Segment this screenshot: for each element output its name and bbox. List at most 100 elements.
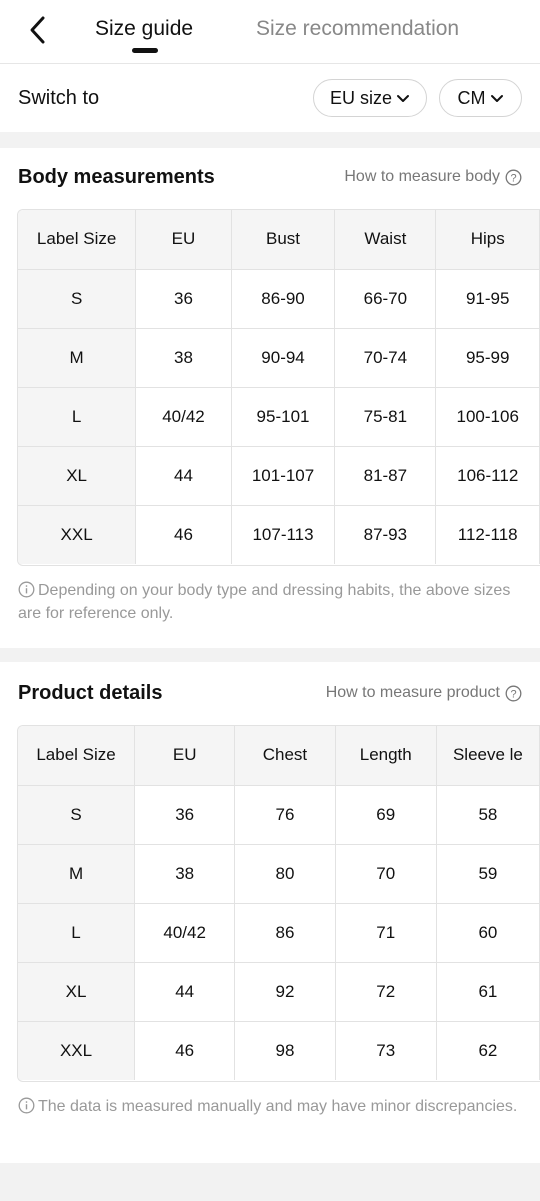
svg-text:?: ? [510,172,516,184]
table-cell: 36 [134,785,236,845]
table-cell: 60 [436,903,540,963]
unit-dropdown[interactable]: CM [439,79,522,117]
table-cell: 38 [134,844,236,904]
how-to-measure-body-link[interactable]: How to measure body ? [344,167,522,187]
table-cell: 91-95 [435,269,540,329]
table-cell: 44 [135,446,232,506]
table-cell: 86 [234,903,336,963]
active-tab-indicator [132,48,158,53]
body-note-text: Depending on your body type and dressing… [18,582,511,622]
size-label-cell: S [18,269,137,329]
table-row: XXL 46 107-113 87-93 112-118 [18,505,540,564]
body-measurements-note: Depending on your body type and dressing… [18,579,518,625]
column-header: Length [335,726,437,786]
table-cell: 61 [436,962,540,1022]
table-cell: 95-101 [231,387,336,447]
section-divider [0,132,540,148]
switch-label: Switch to [18,87,100,109]
table-cell: 80 [234,844,336,904]
table-cell: 62 [436,1021,540,1080]
column-header: EU [134,726,236,786]
help-circle-icon: ? [505,169,522,185]
tab-size-guide[interactable]: Size guide [95,16,193,42]
table-cell: 90-94 [231,328,336,388]
tab-size-recommendation[interactable]: Size recommendation [256,16,459,42]
table-row: XL 44 101-107 81-87 106-112 [18,446,540,506]
size-label-cell: M [18,328,137,388]
table-cell: 87-93 [334,505,437,564]
chevron-down-icon [490,95,503,102]
table-row: XL 44 92 72 61 [18,962,540,1022]
product-note-text: The data is measured manually and may ha… [38,1098,518,1115]
size-label-cell: S [18,785,136,845]
back-arrow-icon [30,16,45,44]
table-cell: 107-113 [231,505,336,564]
table-cell: 66-70 [334,269,437,329]
table-cell: 106-112 [435,446,540,506]
body-measurements-table: Label Size EU Bust Waist Hips S 36 86-90 66-70 9… [17,209,540,566]
size-label-cell: M [18,844,136,904]
table-cell: 38 [135,328,232,388]
size-label-cell: XL [18,446,137,506]
table-cell: 59 [436,844,540,904]
table-cell: 101-107 [231,446,336,506]
size-label-cell: L [18,387,137,447]
size-label-cell: XL [18,962,136,1022]
size-label-cell: XXL [18,1021,136,1080]
column-header: Label Size [18,210,137,270]
table-cell: 86-90 [231,269,336,329]
table-row: S 36 86-90 66-70 91-95 [18,269,540,329]
table-cell: 73 [335,1021,437,1080]
size-label-cell: L [18,903,136,963]
product-details-note: The data is measured manually and may ha… [18,1095,518,1118]
back-button[interactable] [22,14,54,46]
size-system-value: EU size [329,87,392,108]
table-cell: 98 [234,1021,336,1080]
table-cell: 46 [135,505,232,564]
column-header: Waist [334,210,437,270]
table-row: M 38 90-94 70-74 95-99 [18,328,540,388]
how-to-measure-body-label: How to measure body [344,168,500,185]
switch-row: Switch to EU size CM [0,64,540,132]
body-measurements-title: Body measurements [18,166,215,188]
section-divider [0,648,540,662]
table-cell: 81-87 [334,446,437,506]
info-circle-icon [18,581,35,598]
table-cell: 70-74 [334,328,437,388]
product-details-table: Label Size EU Chest Length Sleeve le S 36 76 69… [17,725,540,1082]
column-header: Bust [231,210,336,270]
help-circle-icon: ? [505,685,522,701]
table-header-row: Label Size EU Chest Length Sleeve le [18,726,540,786]
table-cell: 40/42 [134,903,236,963]
table-row: M 38 80 70 59 [18,844,540,904]
table-cell: 92 [234,962,336,1022]
table-cell: 71 [335,903,437,963]
table-cell: 69 [335,785,437,845]
table-row: L 40/42 86 71 60 [18,903,540,963]
size-label-cell: XXL [18,505,137,564]
table-cell: 95-99 [435,328,540,388]
info-circle-icon [18,1097,35,1114]
column-header: Chest [234,726,336,786]
table-cell: 44 [134,962,236,1022]
table-row: S 36 76 69 58 [18,785,540,845]
svg-text:?: ? [510,688,516,700]
unit-value: CM [457,87,486,108]
table-row: L 40/42 95-101 75-81 100-106 [18,387,540,447]
table-cell: 70 [335,844,437,904]
column-header: Label Size [18,726,136,786]
bottom-divider [0,1163,540,1201]
table-cell: 58 [436,785,540,845]
size-guide-screen: Size guide Size recommendation Switch to… [0,0,540,1201]
table-cell: 100-106 [435,387,540,447]
size-system-dropdown[interactable]: EU size [313,79,427,117]
table-cell: 76 [234,785,336,845]
table-cell: 112-118 [435,505,540,564]
chevron-down-icon [397,95,409,102]
table-header-row: Label Size EU Bust Waist Hips [18,210,540,270]
table-cell: 40/42 [135,387,232,447]
how-to-measure-product-link[interactable]: How to measure product ? [326,683,522,703]
table-cell: 72 [335,962,437,1022]
table-cell: 75-81 [334,387,437,447]
product-details-title: Product details [18,682,163,704]
